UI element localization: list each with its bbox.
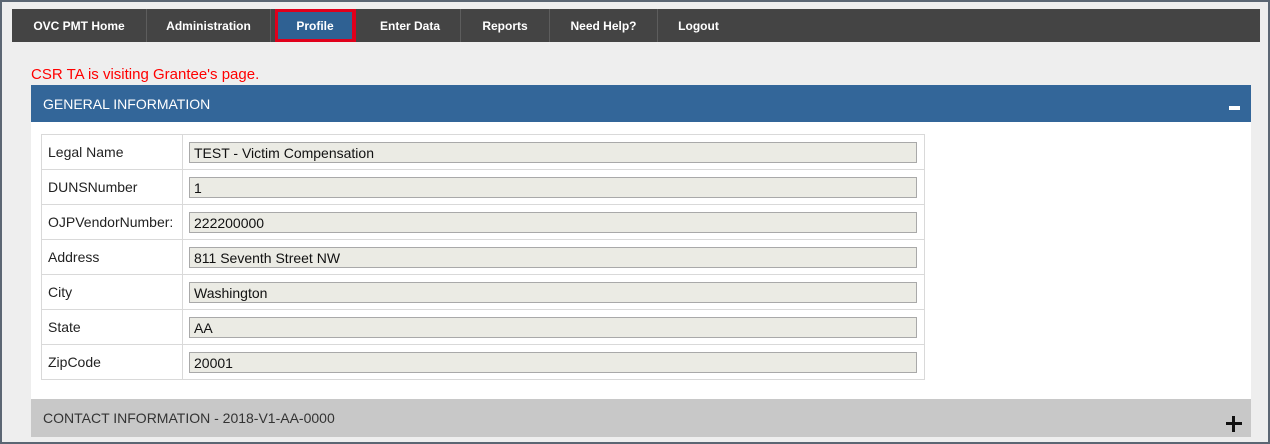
legal-name-label: Legal Name bbox=[41, 134, 183, 170]
visiting-notice: CSR TA is visiting Grantee's page. bbox=[31, 66, 260, 83]
state-label: State bbox=[41, 309, 183, 345]
collapse-icon[interactable] bbox=[1229, 106, 1240, 110]
table-row: ZipCode 20001 bbox=[41, 344, 925, 380]
table-row: City Washington bbox=[41, 274, 925, 310]
nav-ovc-pmt-home[interactable]: OVC PMT Home bbox=[12, 9, 147, 42]
city-field[interactable]: Washington bbox=[189, 281, 917, 303]
general-information-table: Legal Name TEST - Victim Compensation DU… bbox=[41, 134, 925, 380]
duns-number-label: DUNSNumber bbox=[41, 169, 183, 205]
ojp-vendor-number-label: OJPVendorNumber: bbox=[41, 204, 183, 240]
nav-profile[interactable]: Profile bbox=[275, 9, 356, 42]
general-information-panel: Legal Name TEST - Victim Compensation DU… bbox=[31, 122, 1251, 399]
expand-icon[interactable] bbox=[1226, 416, 1242, 432]
zip-code-label: ZipCode bbox=[41, 344, 183, 380]
duns-number-field[interactable]: 1 bbox=[189, 176, 917, 198]
contact-information-title: CONTACT INFORMATION - 2018-V1-AA-0000 bbox=[43, 410, 335, 426]
contact-information-header[interactable]: CONTACT INFORMATION - 2018-V1-AA-0000 bbox=[31, 399, 1251, 437]
table-row: OJPVendorNumber: 222200000 bbox=[41, 204, 925, 240]
general-information-header[interactable]: GENERAL INFORMATION bbox=[31, 85, 1251, 122]
page-frame: OVC PMT Home Administration Profile Ente… bbox=[0, 0, 1270, 444]
table-row: Legal Name TEST - Victim Compensation bbox=[41, 134, 925, 170]
nav-need-help[interactable]: Need Help? bbox=[550, 9, 658, 42]
address-field[interactable]: 811 Seventh Street NW bbox=[189, 246, 917, 268]
state-field[interactable]: AA bbox=[189, 316, 917, 338]
address-label: Address bbox=[41, 239, 183, 275]
table-row: Address 811 Seventh Street NW bbox=[41, 239, 925, 275]
table-row: DUNSNumber 1 bbox=[41, 169, 925, 205]
zip-code-field[interactable]: 20001 bbox=[189, 351, 917, 373]
top-navigation: OVC PMT Home Administration Profile Ente… bbox=[12, 9, 1260, 42]
general-information-title: GENERAL INFORMATION bbox=[43, 95, 211, 112]
nav-administration[interactable]: Administration bbox=[147, 9, 271, 42]
legal-name-field[interactable]: TEST - Victim Compensation bbox=[189, 141, 917, 163]
city-label: City bbox=[41, 274, 183, 310]
ojp-vendor-number-field[interactable]: 222200000 bbox=[189, 211, 917, 233]
table-row: State AA bbox=[41, 309, 925, 345]
nav-reports[interactable]: Reports bbox=[461, 9, 550, 42]
nav-enter-data[interactable]: Enter Data bbox=[360, 9, 461, 42]
nav-logout[interactable]: Logout bbox=[658, 9, 739, 42]
